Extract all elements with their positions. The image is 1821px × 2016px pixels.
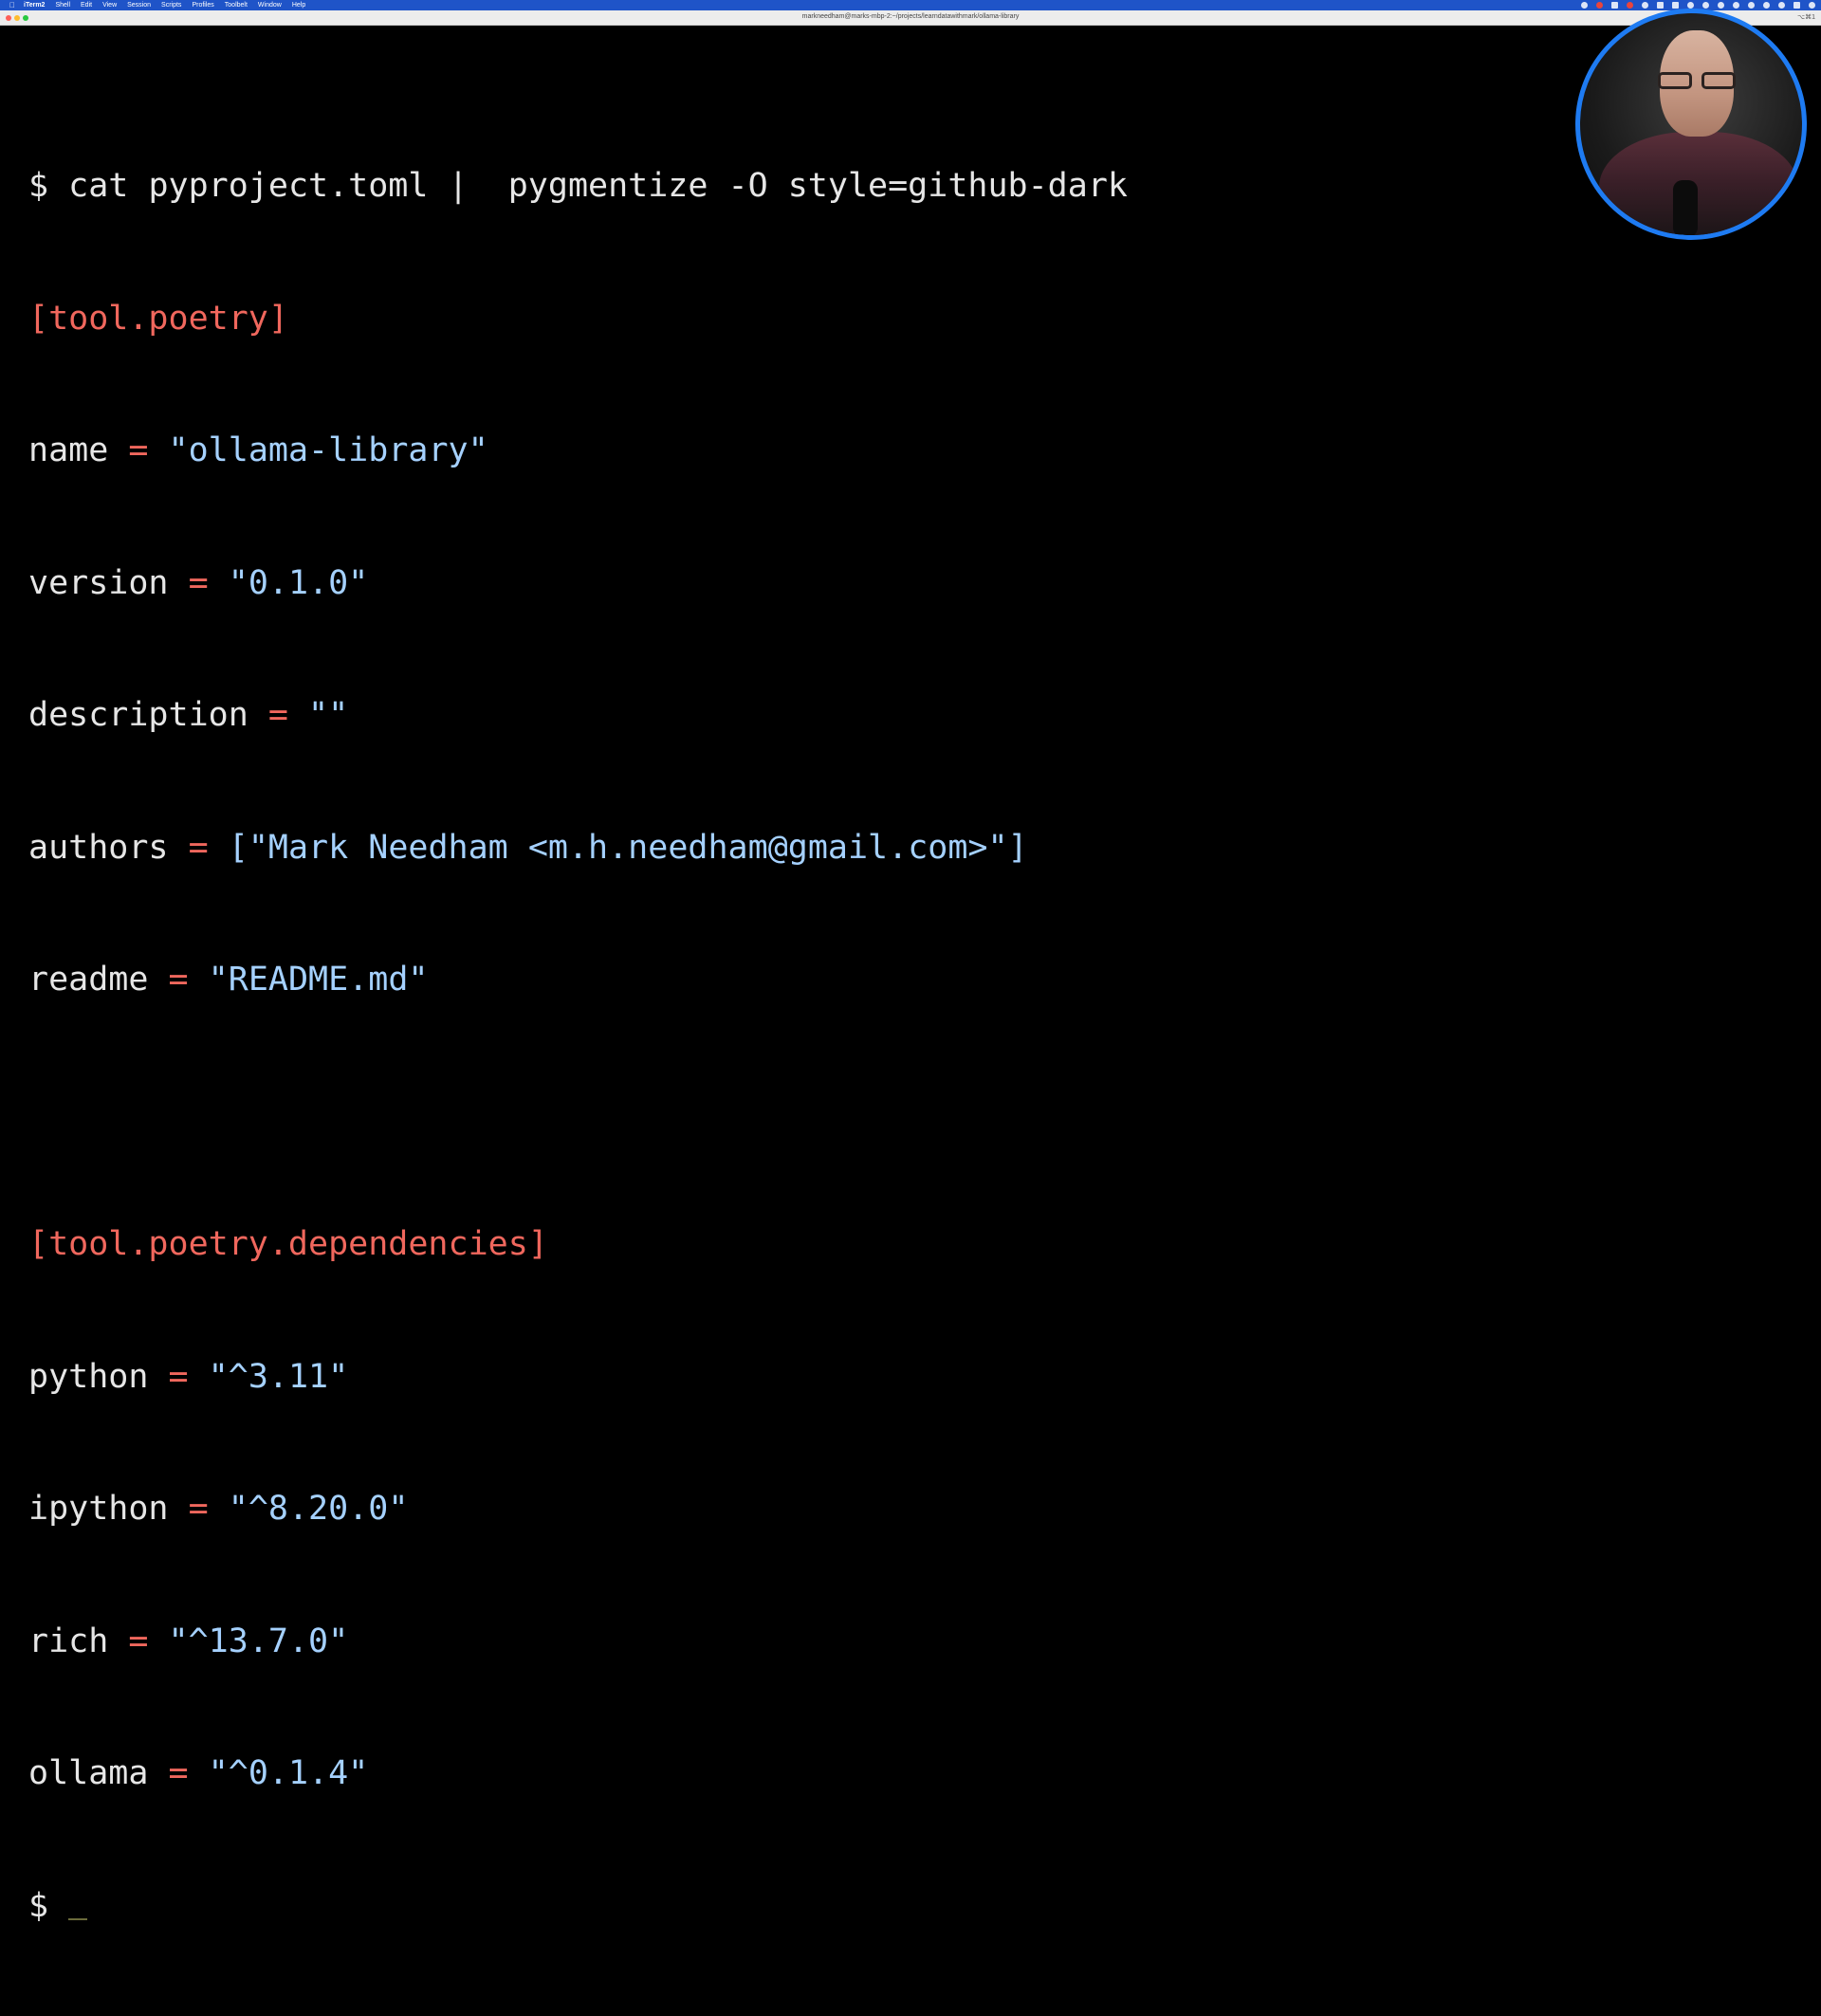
toml-key: python [28, 1357, 149, 1396]
toml-line-ipython: ipython = "^8.20.0" [28, 1487, 1128, 1531]
prompt-line[interactable]: $ [28, 1884, 1128, 1929]
menu-shell[interactable]: Shell [55, 2, 70, 9]
toml-key: rich [28, 1622, 109, 1660]
siri-icon[interactable] [1809, 2, 1815, 9]
toml-key: readme [28, 961, 149, 999]
toml-line-ollama: ollama = "^0.1.4" [28, 1751, 1128, 1796]
toml-value: "^8.20.0" [228, 1490, 409, 1528]
presenter-glasses [1654, 72, 1739, 89]
window-title: markneedham@marks-mbp-2:~/projects/learn… [801, 13, 1020, 20]
terminal-lines: $ cat pyproject.toml | pygmentize -O sty… [28, 76, 1128, 2016]
toml-operator: = [168, 1357, 189, 1396]
toml-key: authors [28, 828, 169, 867]
toml-key: version [28, 563, 169, 602]
toml-key: ipython [28, 1490, 169, 1528]
toml-line-version: version = "0.1.0" [28, 561, 1128, 606]
prompt: $ [28, 167, 69, 205]
apple-icon[interactable]:  [9, 1, 16, 9]
screen-icon[interactable] [1672, 2, 1679, 9]
wifi-icon[interactable] [1733, 2, 1739, 9]
toml-line-readme: readme = "README.md" [28, 958, 1128, 1002]
toml-value: "^0.1.4" [208, 1754, 369, 1792]
toml-key: description [28, 696, 248, 734]
spotlight-icon[interactable] [1778, 2, 1785, 9]
toml-operator: = [128, 1622, 149, 1660]
gear-icon[interactable] [1687, 2, 1694, 9]
toml-line-python: python = "^3.11" [28, 1355, 1128, 1400]
macos-menu-bar:  iTerm2 Shell Edit View Session Scripts… [0, 0, 1821, 10]
terminal-cursor [68, 1917, 88, 1920]
menu-scripts[interactable]: Scripts [161, 2, 181, 9]
toml-operator: = [188, 1490, 209, 1528]
section-header: [tool.poetry] [28, 299, 288, 338]
dropbox-icon[interactable] [1627, 2, 1633, 9]
toml-line-description: description = "" [28, 693, 1128, 738]
menu-toolbelt[interactable]: Toolbelt [225, 2, 248, 9]
toml-section-line: [tool.poetry] [28, 297, 1128, 341]
command-text: cat pyproject.toml | pygmentize -O style… [68, 167, 1128, 205]
toml-key: name [28, 431, 109, 469]
webcam-overlay [1575, 9, 1807, 240]
battery-icon[interactable] [1763, 2, 1770, 9]
status-app-icon[interactable] [1581, 2, 1588, 9]
toml-value: "ollama-library" [168, 431, 488, 469]
toml-line-name: name = "ollama-library" [28, 429, 1128, 473]
square-icon[interactable] [1657, 2, 1664, 9]
menu-window[interactable]: Window [258, 2, 282, 9]
toml-line-rich: rich = "^13.7.0" [28, 1620, 1128, 1664]
toml-value: "README.md" [208, 961, 429, 999]
menu-app-name[interactable]: iTerm2 [24, 2, 45, 9]
toml-section-line: [tool.poetry.dependencies] [28, 1222, 1128, 1267]
toml-value: "^3.11" [208, 1357, 349, 1396]
toml-operator: = [188, 828, 209, 867]
toml-value: "" [308, 696, 349, 734]
toml-operator: = [188, 563, 209, 602]
menu-help[interactable]: Help [292, 2, 305, 9]
volume-icon[interactable] [1748, 2, 1755, 9]
microphone-icon [1673, 180, 1698, 235]
menu-edit[interactable]: Edit [81, 2, 92, 9]
toml-line-authors: authors = ["Mark Needham <m.h.needham@gm… [28, 826, 1128, 871]
toml-operator: = [168, 961, 189, 999]
clock-icon[interactable] [1702, 2, 1709, 9]
toml-value: "^13.7.0" [168, 1622, 349, 1660]
recording-icon[interactable] [1596, 2, 1603, 9]
section-header: [tool.poetry.dependencies] [28, 1225, 548, 1263]
search-icon[interactable] [1718, 2, 1724, 9]
toml-value: ["Mark Needham <m.h.needham@gmail.com>"] [228, 828, 1028, 867]
toml-value: "0.1.0" [228, 563, 369, 602]
toml-key: ollama [28, 1754, 149, 1792]
control-center-icon[interactable] [1793, 2, 1800, 9]
menu-session[interactable]: Session [127, 2, 151, 9]
prompt: $ [28, 1886, 69, 1925]
display-icon[interactable] [1642, 2, 1648, 9]
toml-operator: = [267, 696, 288, 734]
document-icon[interactable] [1611, 2, 1618, 9]
window-title-bar: markneedham@marks-mbp-2:~/projects/learn… [0, 10, 1821, 26]
menu-view[interactable]: View [102, 2, 117, 9]
toml-operator: = [168, 1754, 189, 1792]
terminal-output[interactable]: $ cat pyproject.toml | pygmentize -O sty… [0, 26, 1821, 1925]
toml-operator: = [128, 431, 149, 469]
menu-profiles[interactable]: Profiles [192, 2, 213, 9]
presenter-body [1599, 132, 1798, 235]
window-shortcut: ⌥⌘1 [1797, 14, 1815, 21]
command-line: $ cat pyproject.toml | pygmentize -O sty… [28, 164, 1128, 209]
